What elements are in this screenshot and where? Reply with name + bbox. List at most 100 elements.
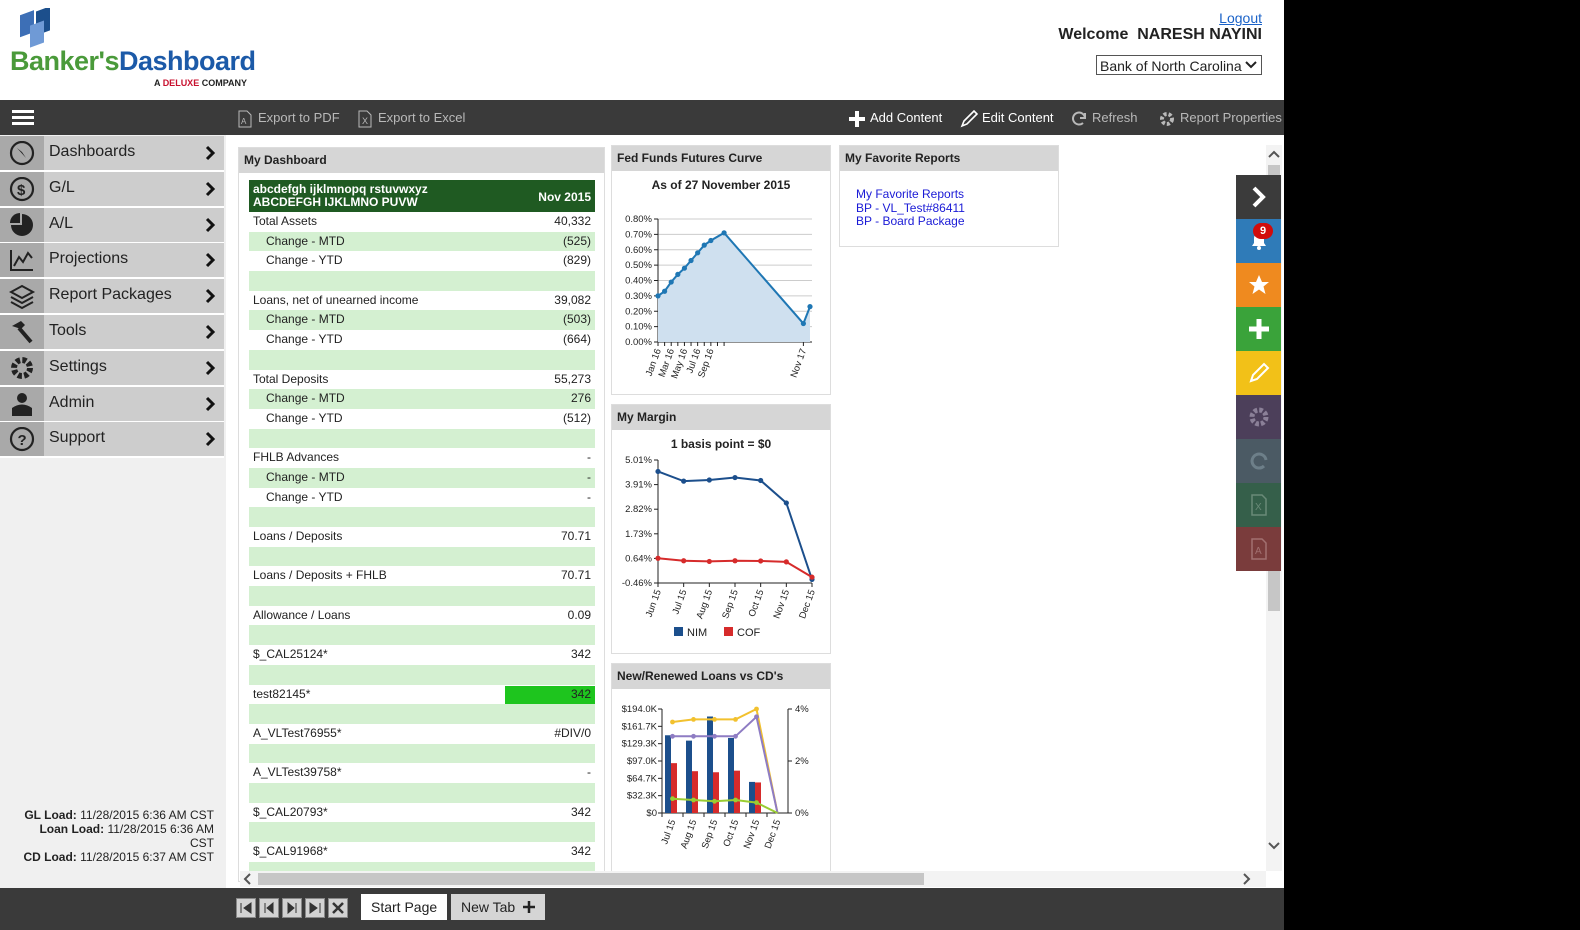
expand-icon <box>1252 186 1266 208</box>
row-value: 342 <box>570 804 591 819</box>
logo-subtitle: A DELUXE COMPANY <box>154 78 248 88</box>
row-label: Change - YTD <box>266 489 343 504</box>
menu-icon[interactable] <box>12 110 34 126</box>
tick-label: Nov 17 <box>789 347 810 379</box>
row-value: 39,082 <box>554 292 591 307</box>
sidebar-item-label: Support <box>49 429 106 447</box>
data-point <box>670 733 675 739</box>
tick-label: $194.0K <box>622 704 658 715</box>
refresh-button[interactable]: Refresh <box>1070 108 1138 128</box>
bar <box>713 772 719 813</box>
sidebar: Dashboards $ G/L A/L Projections Report Packa… <box>0 135 226 888</box>
bank-select[interactable]: Bank of North Carolina <box>1096 55 1262 75</box>
sidebar-item-report-packages[interactable]: Report Packages <box>0 279 224 316</box>
rail-button-gear[interactable] <box>1236 395 1281 439</box>
add-content-button[interactable]: Add Content <box>848 108 942 128</box>
chevron-right-icon[interactable] <box>1242 873 1252 885</box>
favorite-report-link[interactable]: BP - VL_Test#86411 <box>856 201 1058 216</box>
cd-load-status: CD Load: 11/28/2015 6:37 AM CST <box>23 850 214 864</box>
sidebar-item-tools[interactable]: Tools <box>0 315 224 351</box>
margin-chart: 1 basis point = $0 5.01% 3.91% 2.82% 1.73% 0.… <box>622 437 818 639</box>
row-value: 342 <box>570 647 591 662</box>
sidebar-item-admin[interactable]: Admin <box>0 386 224 423</box>
gear-icon <box>1249 407 1269 427</box>
sidebar-item-label: Dashboards <box>49 143 136 160</box>
export-pdf-button[interactable]: A Export to PDF <box>236 108 340 128</box>
rail-button-bell[interactable]: 9 <box>1236 219 1281 263</box>
tick-label: 4% <box>795 704 809 715</box>
tick-label: Jun 15 <box>644 588 664 619</box>
rail-button-star[interactable] <box>1236 263 1281 307</box>
data-point <box>706 477 712 483</box>
report-properties-button[interactable]: Report Properties <box>1158 108 1282 128</box>
my-margin-panel: My Margin 1 basis point = $0 5.01% 3.91% 2.… <box>611 404 831 654</box>
row-label: Change - MTD <box>266 312 345 327</box>
sidebar-item-g-l[interactable]: $ G/L <box>0 171 224 208</box>
export-excel-button[interactable]: X Export to Excel <box>356 108 465 128</box>
sidebar-item-label: Admin <box>49 393 95 411</box>
plus-icon <box>1249 319 1269 339</box>
rail-button-plus[interactable] <box>1236 307 1281 351</box>
welcome-text: Welcome NARESH NAYINI <box>1058 26 1262 43</box>
rail-button-excel[interactable]: X <box>1236 483 1281 527</box>
chart-title: As of 27 November 2015 <box>652 178 791 192</box>
question-icon: ? <box>9 427 35 452</box>
row-label: Loans / Deposits + FHLB <box>253 568 387 583</box>
row-label: Total Deposits <box>253 371 329 386</box>
favorite-report-link[interactable]: My Favorite Reports <box>856 187 1058 202</box>
edit-content-button[interactable]: Edit Content <box>960 108 1054 128</box>
chevron-right-icon <box>205 396 216 411</box>
tab-start-page[interactable]: Start Page <box>361 894 448 920</box>
table-row <box>249 822 595 842</box>
area-fill <box>658 232 810 342</box>
sidebar-item-support[interactable]: ? Support <box>0 422 224 459</box>
favorite-report-link[interactable]: BP - Board Package <box>856 214 1058 229</box>
legend-swatch <box>674 627 683 636</box>
prev-tab-button[interactable] <box>259 898 279 918</box>
data-point <box>754 706 759 712</box>
chevron-up-icon[interactable] <box>1268 149 1280 159</box>
chevron-down-icon[interactable] <box>1268 841 1280 851</box>
last-tab-button[interactable] <box>305 898 325 918</box>
row-label: $_CAL20793* <box>253 804 328 819</box>
rail-button-pdf[interactable]: A <box>1236 527 1281 571</box>
loans-cds-chart: $194.0K $161.7K $129.3K $97.0K $64.7K $32.3K $… <box>622 704 810 850</box>
row-value: 70.71 <box>560 568 591 583</box>
horizontal-scrollbar[interactable] <box>240 871 1266 887</box>
chevron-left-icon[interactable] <box>242 873 252 885</box>
sidebar-item-projections[interactable]: Projections <box>0 243 224 280</box>
rail-button-expand[interactable] <box>1236 175 1281 219</box>
svg-text:X: X <box>1255 502 1262 513</box>
rail-button-pencil[interactable] <box>1236 351 1281 395</box>
logo-mark-icon <box>20 8 50 48</box>
refresh-icon <box>1250 452 1268 470</box>
legend-label: NIM <box>687 627 707 639</box>
sidebar-item-settings[interactable]: Settings <box>0 350 224 387</box>
close-tab-button[interactable] <box>328 898 348 918</box>
row-label: Total Assets <box>253 214 318 228</box>
logout-link[interactable]: Logout <box>1219 10 1262 26</box>
first-tab-button[interactable] <box>236 898 256 918</box>
chevron-right-icon <box>205 217 216 232</box>
main-content: My Dashboard abcdefgh ijklmnopq rstuvwxy… <box>228 135 1268 882</box>
close-icon <box>332 902 344 914</box>
sidebar-item-a-l[interactable]: A/L <box>0 207 224 244</box>
pdf-icon: A <box>238 110 252 128</box>
sidebar-item-dashboards[interactable]: Dashboards <box>0 136 224 172</box>
tick-label: 5.01% <box>625 455 652 466</box>
table-row <box>249 704 595 724</box>
table-row <box>249 782 595 803</box>
scroll-thumb[interactable] <box>258 873 924 885</box>
bar <box>749 781 755 813</box>
table-row: Change - YTD (829) <box>249 251 595 271</box>
table-row: Change - YTD (512) <box>249 409 595 429</box>
tab-new-tab[interactable]: New Tab <box>451 894 546 920</box>
row-label: Change - YTD <box>266 253 343 268</box>
rail-button-refresh[interactable] <box>1236 439 1281 483</box>
row-value: 70.71 <box>560 529 591 543</box>
data-point <box>758 558 764 564</box>
data-point <box>668 279 674 285</box>
next-tab-button[interactable] <box>282 898 302 918</box>
sidebar-item-label: Report Packages <box>49 286 172 304</box>
row-value: 55,273 <box>554 371 591 386</box>
